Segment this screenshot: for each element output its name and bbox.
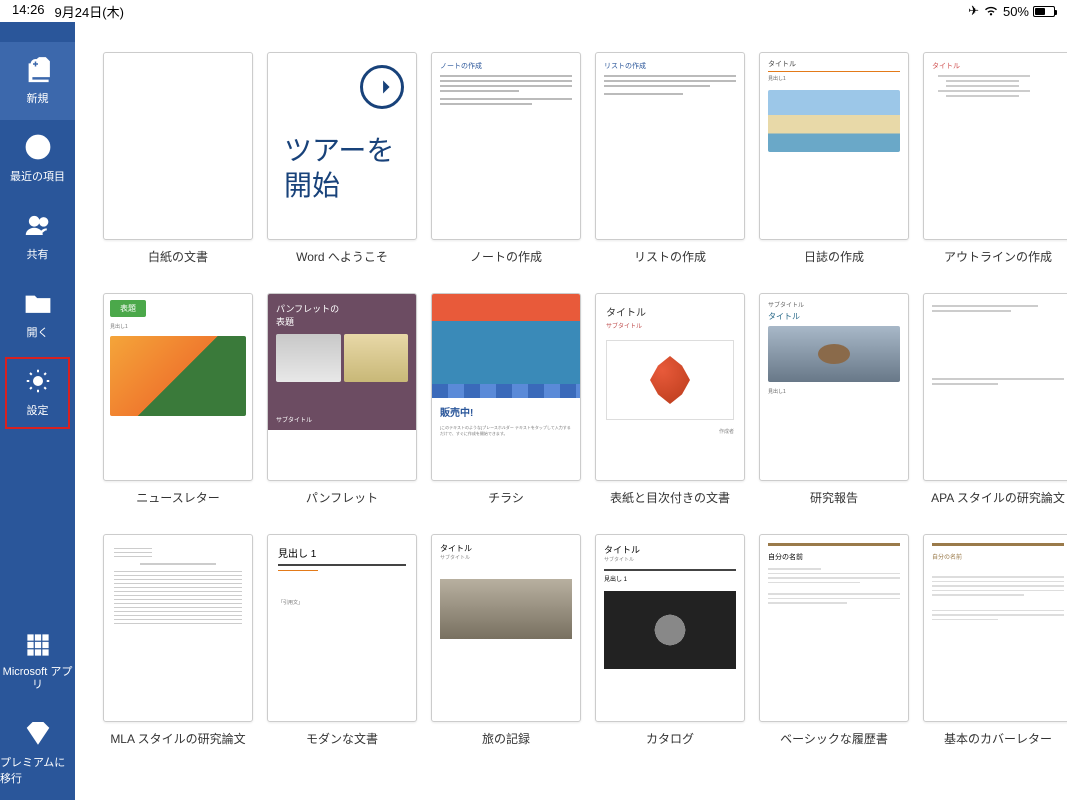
template-thumbnail: タイトル xyxy=(923,52,1067,240)
sidebar-label: 新規 xyxy=(27,90,49,106)
template-research[interactable]: サブタイトル タイトル 見出し1 研究報告 xyxy=(759,293,909,506)
template-label: 白紙の文書 xyxy=(148,248,208,265)
template-thumbnail: サブタイトル タイトル 見出し1 xyxy=(759,293,909,481)
template-apa[interactable]: APA スタイルの研究論文 xyxy=(923,293,1067,506)
people-icon xyxy=(23,210,53,240)
wifi-icon xyxy=(983,5,999,17)
template-label: ニュースレター xyxy=(136,489,219,506)
template-resume[interactable]: 自分の名前 ベーシックな履歴書 xyxy=(759,534,909,747)
arrow-right-icon xyxy=(360,65,404,109)
sidebar-label: 開く xyxy=(27,324,49,340)
template-thumbnail: 自分の名前 xyxy=(759,534,909,722)
battery-icon xyxy=(1033,6,1055,17)
template-blank[interactable]: 白紙の文書 xyxy=(103,52,253,265)
template-thumbnail: タイトル サブタイトル xyxy=(431,534,581,722)
template-list[interactable]: リストの作成 リストの作成 xyxy=(595,52,745,265)
template-label: MLA スタイルの研究論文 xyxy=(110,730,245,747)
template-flyer[interactable]: 販売中! [このテキストのような]プレースホルダー テキストをタップして入力する… xyxy=(431,293,581,506)
template-thumbnail xyxy=(103,52,253,240)
template-label: モダンな文書 xyxy=(306,730,378,747)
template-trip[interactable]: タイトル サブタイトル 旅の記録 xyxy=(431,534,581,747)
template-thumbnail: 表題 見出し1 xyxy=(103,293,253,481)
battery-percent: 50% xyxy=(1003,4,1029,19)
template-newsletter[interactable]: 表題 見出し1 ニュースレター xyxy=(103,293,253,506)
canyon-image-icon xyxy=(440,579,572,639)
sidebar-label: 共有 xyxy=(27,246,49,262)
sidebar-item-settings[interactable]: 設定 xyxy=(0,354,75,432)
template-outline[interactable]: タイトル アウトラインの作成 xyxy=(923,52,1067,265)
template-label: APA スタイルの研究論文 xyxy=(931,489,1065,506)
template-label: Word へようこそ xyxy=(296,248,388,265)
template-label: アウトラインの作成 xyxy=(944,248,1052,265)
sidebar-label: Microsoft アプリ xyxy=(0,666,75,692)
status-date: 9月24日(木) xyxy=(55,2,124,21)
status-time: 14:26 xyxy=(12,2,45,21)
template-cover-toc[interactable]: タイトル サブタイトル 作成者 表紙と目次付きの文書 xyxy=(595,293,745,506)
template-gallery: 白紙の文書 ツアーを開始 Word へようこそ ノートの作成 ノートの作成 xyxy=(75,22,1067,800)
template-mla[interactable]: MLA スタイルの研究論文 xyxy=(103,534,253,747)
status-bar: 14:26 9月24日(木) ✈ 50% xyxy=(0,0,1067,22)
fruit-image-icon xyxy=(110,336,246,416)
sidebar-label: 最近の項目 xyxy=(10,168,65,184)
beach-image-icon xyxy=(768,90,900,152)
template-label: チラシ xyxy=(488,489,524,506)
template-thumbnail xyxy=(103,534,253,722)
template-thumbnail: タイトル 見出し1 xyxy=(759,52,909,240)
template-modern[interactable]: 見出し 1 「引用文」 モダンな文書 xyxy=(267,534,417,747)
template-label: カタログ xyxy=(646,730,694,747)
template-label: リストの作成 xyxy=(634,248,706,265)
template-thumbnail: タイトル サブタイトル 作成者 xyxy=(595,293,745,481)
template-label: 旅の記録 xyxy=(482,730,530,747)
boat-image-icon xyxy=(432,294,580,384)
template-thumbnail: 自分の名前 xyxy=(923,534,1067,722)
template-label: 表紙と目次付きの文書 xyxy=(610,489,730,506)
airplane-icon: ✈ xyxy=(968,3,979,19)
sidebar-item-open[interactable]: 開く xyxy=(0,276,75,354)
template-thumbnail xyxy=(923,293,1067,481)
template-thumbnail: ノートの作成 xyxy=(431,52,581,240)
sidebar-item-new[interactable]: 新規 xyxy=(0,42,75,120)
template-cover-letter[interactable]: 自分の名前 基本のカバーレター xyxy=(923,534,1067,747)
template-brochure[interactable]: パンフレットの表題 サブタイトル パンフレット xyxy=(267,293,417,506)
template-label: 基本のカバーレター xyxy=(944,730,1052,747)
sidebar-label: プレミアムに移行 xyxy=(0,754,75,786)
template-thumbnail: タイトル サブタイトル 見出し 1 xyxy=(595,534,745,722)
sidebar-item-premium[interactable]: プレミアムに移行 xyxy=(0,706,75,800)
template-diary[interactable]: タイトル 見出し1 日誌の作成 xyxy=(759,52,909,265)
template-catalog[interactable]: タイトル サブタイトル 見出し 1 カタログ xyxy=(595,534,745,747)
leaf-image-icon xyxy=(650,356,690,404)
sidebar-item-ms-apps[interactable]: Microsoft アプリ xyxy=(0,618,75,706)
template-note[interactable]: ノートの作成 ノートの作成 xyxy=(431,52,581,265)
clock-icon xyxy=(23,132,53,162)
template-label: パンフレット xyxy=(306,489,378,506)
template-thumbnail: ツアーを開始 xyxy=(267,52,417,240)
apps-grid-icon xyxy=(23,630,53,660)
sidebar-label: 設定 xyxy=(27,402,49,418)
template-thumbnail: 販売中! [このテキストのような]プレースホルダー テキストをタップして入力する… xyxy=(431,293,581,481)
template-thumbnail: 見出し 1 「引用文」 xyxy=(267,534,417,722)
template-label: ベーシックな履歴書 xyxy=(780,730,888,747)
sidebar-item-recent[interactable]: 最近の項目 xyxy=(0,120,75,198)
template-label: ノートの作成 xyxy=(470,248,542,265)
sidebar-item-shared[interactable]: 共有 xyxy=(0,198,75,276)
camera-image-icon xyxy=(604,591,736,669)
folder-icon xyxy=(23,288,53,318)
gear-icon xyxy=(23,366,53,396)
template-label: 研究報告 xyxy=(810,489,858,506)
new-doc-icon xyxy=(23,54,53,84)
template-thumbnail: リストの作成 xyxy=(595,52,745,240)
sidebar: 新規 最近の項目 共有 開く 設定 Microsoft アプリ プレミアムに移行 xyxy=(0,22,75,800)
template-label: 日誌の作成 xyxy=(804,248,864,265)
template-welcome[interactable]: ツアーを開始 Word へようこそ xyxy=(267,52,417,265)
diamond-icon xyxy=(23,718,53,748)
template-thumbnail: パンフレットの表題 サブタイトル xyxy=(267,293,417,481)
otter-image-icon xyxy=(768,326,900,382)
